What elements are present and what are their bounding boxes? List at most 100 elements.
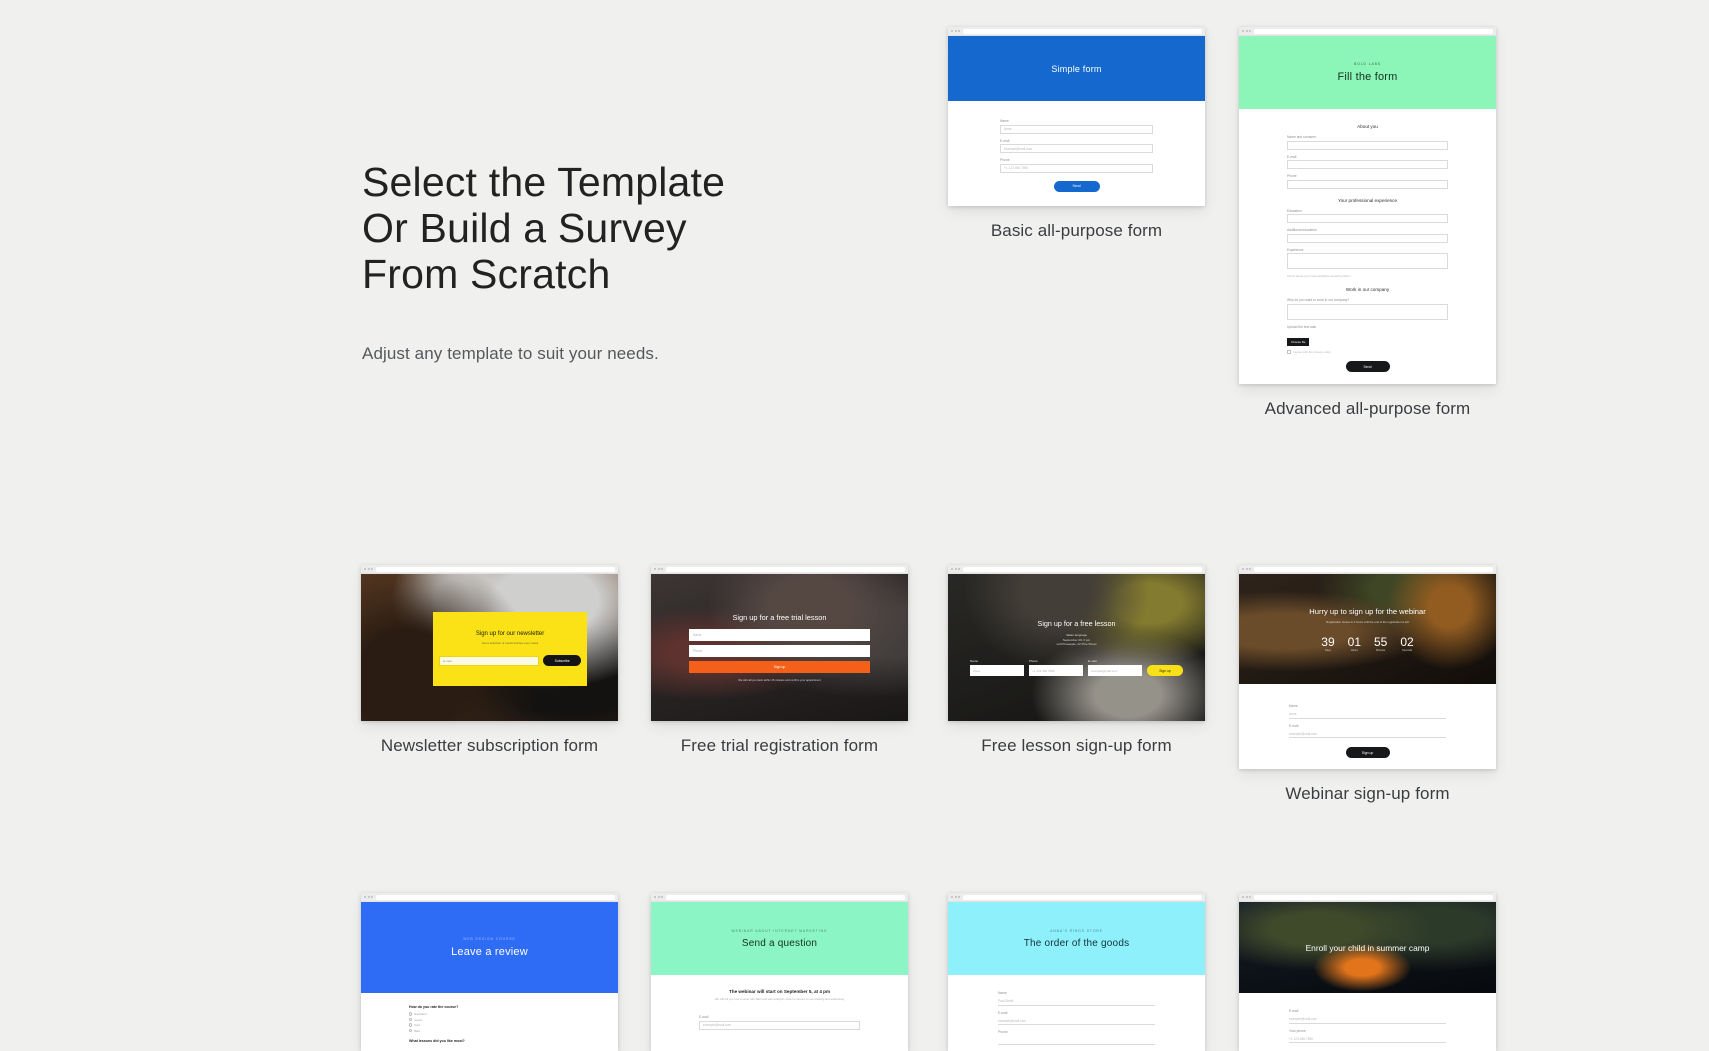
countdown-value: 39: [1321, 634, 1335, 649]
field-input[interactable]: example@mail.com: [1088, 665, 1142, 677]
field-input[interactable]: Anna: [1289, 710, 1446, 719]
hero-content: Enroll your child in summer camp: [1239, 902, 1496, 993]
subscribe-button[interactable]: Subscribe: [543, 655, 582, 667]
form-field-phone[interactable]: Phone: [998, 1030, 1155, 1045]
sign-up-button[interactable]: Sign up: [1345, 747, 1390, 758]
form-field-motivation[interactable]: Why do you want to work in our company?: [1287, 298, 1448, 320]
privacy-checkbox-row[interactable]: I agree with the privacy policy: [1287, 350, 1448, 354]
field-input[interactable]: example@mail.com: [1289, 729, 1446, 738]
form-field-name[interactable]: Name Anna: [1289, 704, 1446, 719]
name-input[interactable]: Name: [689, 629, 870, 641]
sign-up-button[interactable]: Sign up: [689, 661, 870, 673]
template-card-send-question[interactable]: Webinar about internet marketing Send a …: [651, 893, 908, 1051]
form-field-additional-education[interactable]: Additional education: [1287, 228, 1448, 243]
checkbox-icon[interactable]: [1287, 350, 1291, 354]
form-field-phone[interactable]: Phone: [1287, 174, 1448, 189]
field-input[interactable]: [1287, 214, 1448, 223]
field-input[interactable]: +1 123 456 7890: [1000, 163, 1153, 173]
form-body: Name Anna E-mail example@mail.com Phone …: [948, 101, 1205, 206]
form-field-name[interactable]: Name Paul Smith: [998, 991, 1155, 1006]
field-input[interactable]: [1287, 179, 1448, 189]
radio-option-fair[interactable]: Fair: [409, 1023, 570, 1027]
template-card-free-trial[interactable]: Sign up for a free trial lesson Name Pho…: [651, 565, 908, 756]
option-label: Good: [414, 1017, 422, 1022]
browser-chrome: [948, 565, 1205, 574]
field-input[interactable]: Anna: [970, 665, 1024, 677]
countdown-timer: 39 Days 01 Hours 55 Minutes 02 Seconds: [1321, 635, 1413, 652]
send-button[interactable]: Send: [1345, 361, 1390, 372]
template-card-basic-all-purpose[interactable]: Simple form Name Anna E-mail example@mai…: [948, 27, 1205, 241]
radio-icon[interactable]: [409, 1017, 413, 1022]
template-card-free-lesson[interactable]: Sign up for a free lesson Italian langua…: [948, 565, 1205, 756]
form-field-email[interactable]: E-mail example@mail.com: [699, 1015, 860, 1030]
template-card-summer-camp[interactable]: Enroll your child in summer camp E-mail …: [1239, 893, 1496, 1051]
radio-option-good[interactable]: Good: [409, 1018, 570, 1022]
field-input[interactable]: example@mail.com: [699, 1020, 860, 1030]
thumbnail-frame: Sign up for a free trial lesson Name Pho…: [651, 565, 908, 721]
form-field-education[interactable]: Education: [1287, 209, 1448, 223]
form-field-email[interactable]: E-mail: [1287, 155, 1448, 169]
radio-option-excellent[interactable]: Excellent: [409, 1012, 570, 1016]
browser-chrome: [948, 893, 1205, 902]
field-input[interactable]: example@mail.com: [998, 1016, 1155, 1025]
field-input[interactable]: Anna: [1000, 124, 1153, 134]
radio-option-bad[interactable]: Bad: [409, 1029, 570, 1033]
field-input[interactable]: +1 123 456 7890: [1289, 1034, 1446, 1043]
section-title-about-you: About you: [1357, 124, 1378, 129]
template-card-advanced-all-purpose[interactable]: Bold Labs Fill the form About you Name a…: [1239, 27, 1496, 419]
upload-label: Upload the test task: [1287, 324, 1317, 329]
thumbnail-frame: Simple form Name Anna E-mail example@mai…: [948, 27, 1205, 206]
field-input[interactable]: Paul Smith: [998, 997, 1155, 1006]
email-input[interactable]: E-mail: [438, 655, 540, 666]
form-field-email[interactable]: E-mail example@mail.com: [1289, 724, 1446, 738]
field-input[interactable]: [1287, 160, 1448, 169]
field-input[interactable]: example@mail.com: [1000, 144, 1153, 153]
field-input[interactable]: [1287, 233, 1448, 243]
countdown-value: 01: [1347, 634, 1361, 649]
field-input[interactable]: [998, 1036, 1155, 1045]
field-input[interactable]: example@mail.com: [1289, 1015, 1446, 1024]
background-photo: Enroll your child in summer camp: [1239, 902, 1496, 993]
radio-icon[interactable]: [409, 1028, 413, 1033]
lead-subtext: We will tell you how to work with SEO an…: [714, 997, 845, 1001]
form-field-name[interactable]: Name Anna: [970, 659, 1024, 677]
address-bar: [1254, 28, 1493, 34]
field-textarea[interactable]: [1287, 303, 1448, 320]
thumbnail-frame: Anna's rings store The order of the good…: [948, 893, 1205, 1051]
choose-file-button[interactable]: Choose file: [1287, 338, 1310, 346]
form-field-name-surname[interactable]: Name and surname: [1287, 135, 1448, 150]
form-field-phone[interactable]: Phone +1 123 456 7890: [1029, 659, 1083, 677]
form-field-phone[interactable]: Your phone +1 123 456 7890: [1289, 1029, 1446, 1043]
phone-input[interactable]: Phone: [689, 645, 870, 657]
send-button[interactable]: Send: [1053, 180, 1100, 192]
form-field-phone[interactable]: Phone +1 123 456 7890: [1000, 158, 1153, 173]
form-field-email[interactable]: E-mail example@mail.com: [998, 1011, 1155, 1025]
field-textarea[interactable]: [1287, 253, 1448, 269]
checkbox-label: I agree with the privacy policy: [1293, 350, 1331, 354]
radio-icon[interactable]: [409, 1023, 413, 1027]
background-photo: Sign up for a free trial lesson Name Pho…: [651, 574, 908, 721]
countdown-minutes: 55 Minutes: [1374, 635, 1387, 652]
form-field-email[interactable]: E-mail example@mail.com: [1000, 139, 1153, 153]
panel-subtitle: Get a selection of useful articles every…: [481, 641, 539, 646]
form-field-experience[interactable]: Experience: [1287, 248, 1448, 269]
option-label: Fair: [414, 1023, 420, 1027]
template-card-order-goods[interactable]: Anna's rings store The order of the good…: [948, 893, 1205, 1051]
template-card-leave-review[interactable]: Web design course Leave a review How do …: [361, 893, 618, 1051]
section-title-experience: Your professional experience: [1337, 197, 1398, 203]
field-label: Name: [970, 659, 979, 664]
form-body: E-mail example@mail.com Your phone +1 12…: [1239, 993, 1496, 1051]
form-field-email[interactable]: E-mail example@mail.com: [1088, 659, 1142, 677]
radio-icon[interactable]: [409, 1012, 413, 1016]
address-bar: [376, 894, 615, 900]
template-card-newsletter[interactable]: Sign up for our newsletter Get a selecti…: [361, 565, 618, 756]
browser-chrome: [948, 27, 1205, 36]
field-input[interactable]: +1 123 456 7890: [1029, 665, 1083, 677]
sign-up-button[interactable]: Sign up: [1147, 665, 1183, 677]
form-field-name[interactable]: Name Anna: [1000, 119, 1153, 134]
form-field-email[interactable]: E-mail example@mail.com: [1289, 1009, 1446, 1024]
field-input[interactable]: [1287, 140, 1448, 150]
background-photo: Hurry up to sign up for the webinar Regi…: [1239, 574, 1496, 684]
card-caption: Webinar sign-up form: [1285, 784, 1450, 803]
template-card-webinar[interactable]: Hurry up to sign up for the webinar Regi…: [1239, 565, 1496, 804]
